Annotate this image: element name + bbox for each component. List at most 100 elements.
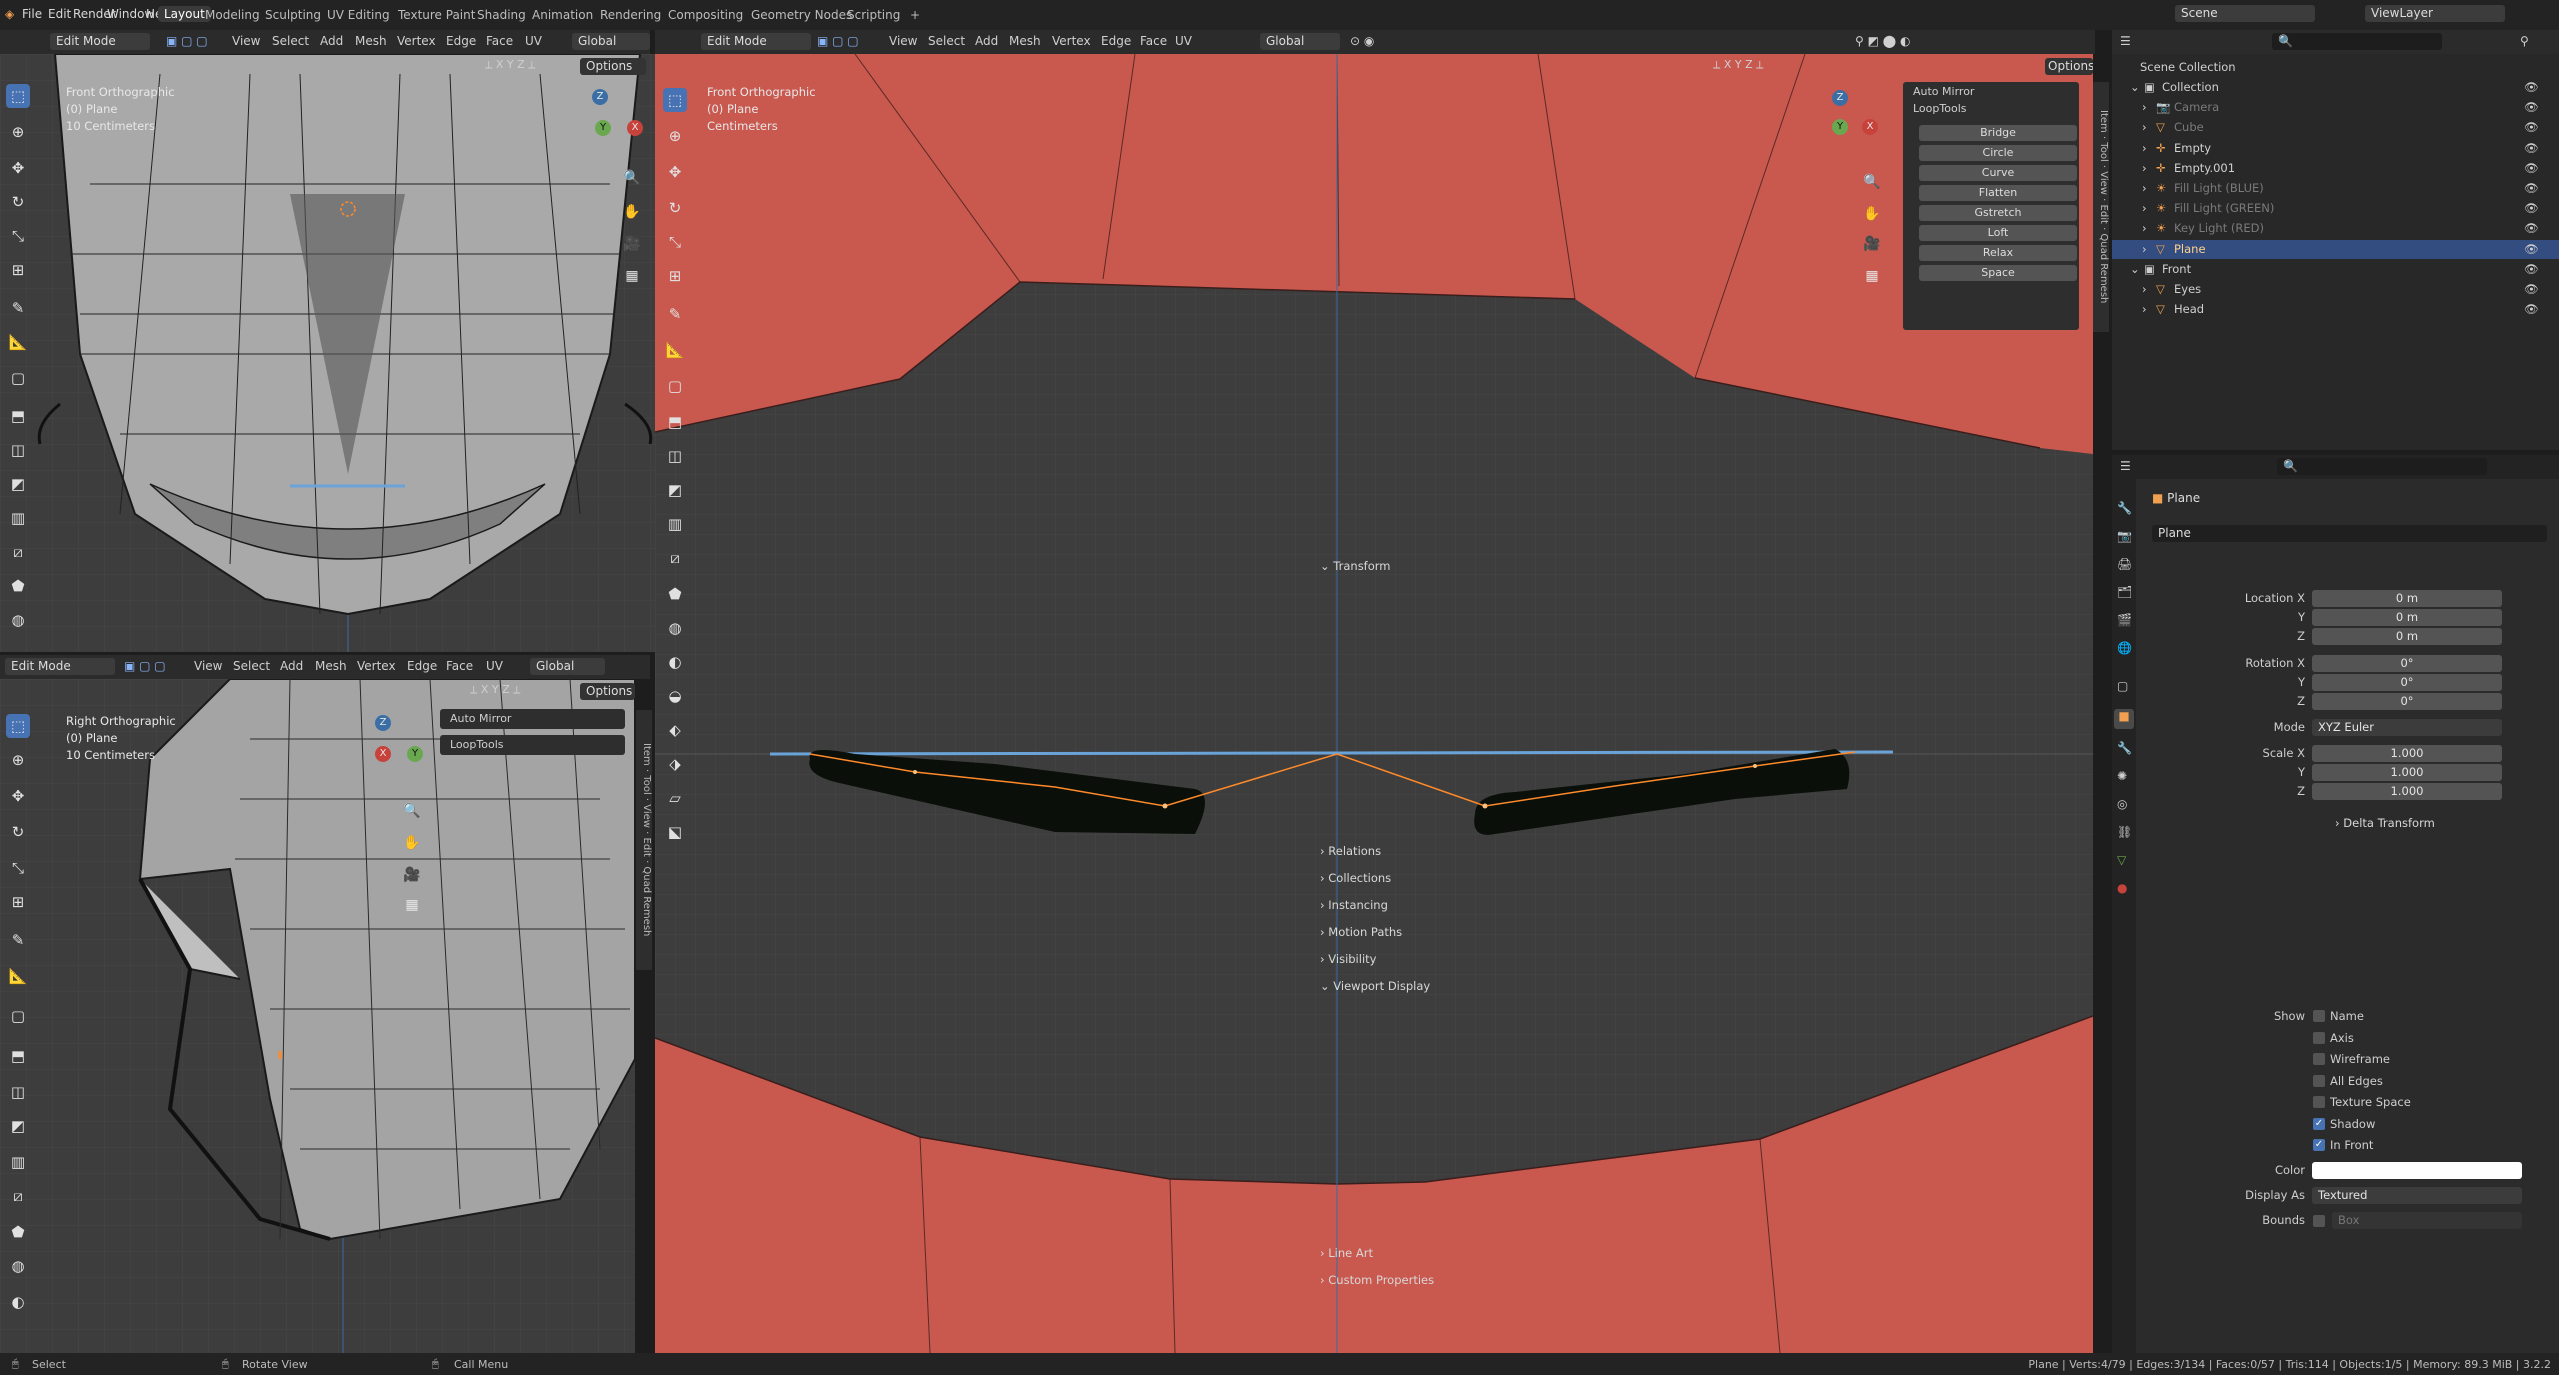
loop-cut-tool-icon-main[interactable]: ▥: [663, 512, 687, 536]
rotation-x-field[interactable]: 0°: [2312, 655, 2502, 672]
constraints-tab-icon[interactable]: ⛓: [2117, 825, 2132, 839]
menu-file[interactable]: File: [22, 7, 42, 21]
checkbox-all-edges[interactable]: [2313, 1074, 2325, 1087]
section-transform[interactable]: ⌄ Transform: [1320, 555, 2559, 577]
annotate-tool-icon-2[interactable]: ✎: [6, 928, 30, 952]
location-z-field[interactable]: 0 m: [2312, 628, 2502, 645]
options-dropdown-main[interactable]: Options: [2045, 58, 2093, 75]
properties-editor-icon[interactable]: ☰: [2120, 459, 2131, 473]
mirror-axes-main[interactable]: ⟂ X Y Z ⟂: [1713, 58, 1763, 72]
scale-z-field[interactable]: 1.000: [2312, 783, 2502, 800]
viewport-color-swatch[interactable]: [2312, 1162, 2522, 1179]
bounds-checkbox[interactable]: [2313, 1215, 2325, 1227]
checkbox-wireframe[interactable]: [2313, 1053, 2325, 1065]
measure-tool-icon-main[interactable]: 📐: [663, 338, 687, 362]
menu-face[interactable]: Face: [486, 34, 513, 48]
loop-cut-tool-icon-2[interactable]: ▥: [6, 1150, 30, 1174]
expand-arrow-icon[interactable]: ›: [2142, 179, 2147, 198]
smooth-tool-icon-main[interactable]: ◐: [663, 650, 687, 674]
rotation-mode-dropdown[interactable]: XYZ Euler: [2312, 719, 2502, 736]
gizmo-x-axis[interactable]: X: [627, 120, 643, 136]
gizmo-x-axis-2[interactable]: X: [375, 746, 391, 762]
viewport-right-ortho[interactable]: Right Orthographic (0) Plane 10 Centimet…: [0, 679, 635, 1353]
expand-arrow-icon[interactable]: ⌄: [2130, 260, 2140, 279]
ortho-grid-icon-main[interactable]: ▦: [1860, 264, 1884, 288]
pan-hand-icon[interactable]: ✋: [620, 200, 644, 224]
select-mode-icon-2[interactable]: ▣ ▢ ▢: [124, 659, 166, 673]
looptools-curve-button[interactable]: Curve: [1919, 165, 2077, 181]
spin-tool-icon-2[interactable]: ◍: [6, 1254, 30, 1278]
section-relations[interactable]: › Relations: [1320, 840, 2559, 862]
rotation-y-field[interactable]: 0°: [2312, 674, 2502, 691]
bounds-dropdown[interactable]: Box: [2332, 1212, 2522, 1229]
section-viewport-display[interactable]: ⌄ Viewport Display: [1320, 975, 2559, 997]
outliner-item[interactable]: › ✛ Empty.001 👁: [2112, 159, 2559, 178]
orientation-dropdown[interactable]: Global: [572, 33, 650, 50]
outliner-item[interactable]: › ✛ Empty 👁: [2112, 139, 2559, 158]
mirror-axes[interactable]: ⟂ X Y Z ⟂: [485, 58, 535, 72]
add-cube-tool-icon-2[interactable]: ▢: [6, 1004, 30, 1028]
pivot-icon[interactable]: ⊙ ◉: [1350, 34, 1374, 48]
looptools-loft-button[interactable]: Loft: [1919, 225, 2077, 241]
select-box-tool-icon-main[interactable]: ⬚: [663, 88, 687, 112]
side-tabs-bottom-left[interactable]: Item · Tool · View · Edit · Quad Remesh: [636, 710, 652, 970]
gizmo-x-axis-main[interactable]: X: [1862, 119, 1878, 135]
visibility-eye-icon[interactable]: 👁: [2524, 78, 2539, 97]
looptools-flatten-button[interactable]: Flatten: [1919, 185, 2077, 201]
menu-vertex-main[interactable]: Vertex: [1052, 34, 1091, 48]
view-layer-tab-icon[interactable]: 🗂: [2117, 585, 2132, 599]
visibility-eye-icon[interactable]: 👁: [2524, 98, 2539, 117]
viewport-front-ortho-main[interactable]: Front Orthographic (0) Plane Centimeters…: [655, 54, 2093, 1353]
inset-tool-icon-main[interactable]: ◫: [663, 444, 687, 468]
inset-tool-icon[interactable]: ◫: [6, 438, 30, 462]
particles-tab-icon[interactable]: ✺: [2117, 769, 2127, 783]
menu-edge-main[interactable]: Edge: [1101, 34, 1131, 48]
properties-search[interactable]: 🔍: [2277, 458, 2487, 475]
tab-layout[interactable]: Layout: [158, 6, 211, 22]
visibility-eye-icon[interactable]: 👁: [2524, 260, 2539, 279]
expand-arrow-icon[interactable]: ›: [2142, 199, 2147, 218]
section-custom-properties[interactable]: › Custom Properties: [1320, 1269, 2559, 1291]
outliner-item[interactable]: › ☀ Fill Light (BLUE) 👁: [2112, 179, 2559, 198]
scale-x-field[interactable]: 1.000: [2312, 745, 2502, 762]
physics-tab-icon[interactable]: ◎: [2117, 797, 2127, 811]
cursor-tool-icon-2[interactable]: ⊕: [6, 748, 30, 772]
menu-uv-main[interactable]: UV: [1175, 34, 1192, 48]
ortho-grid-icon[interactable]: ▦: [620, 264, 644, 288]
overlay-icons[interactable]: ⚲ ◩ ⬤ ◐: [1855, 34, 1910, 48]
rotate-tool-icon-main[interactable]: ↻: [663, 196, 687, 220]
add-cube-tool-icon[interactable]: ▢: [6, 366, 30, 390]
menu-view-main[interactable]: View: [889, 34, 917, 48]
expand-arrow-icon[interactable]: ›: [2142, 159, 2147, 178]
rotate-tool-icon-2[interactable]: ↻: [6, 820, 30, 844]
edge-slide-tool-icon-main[interactable]: ⬖: [663, 718, 687, 742]
editor-type-icon[interactable]: ☰: [2120, 34, 2131, 48]
bevel-tool-icon-2[interactable]: ◩: [6, 1114, 30, 1138]
menu-select-2[interactable]: Select: [233, 659, 270, 673]
location-y-field[interactable]: 0 m: [2312, 609, 2502, 626]
poly-build-tool-icon-2[interactable]: ⬟: [6, 1220, 30, 1244]
menu-add-main[interactable]: Add: [975, 34, 998, 48]
expand-arrow-icon[interactable]: ›: [2142, 300, 2147, 319]
extrude-tool-icon-2[interactable]: ⬒: [6, 1044, 30, 1068]
looptools-header[interactable]: LoopTools: [1913, 102, 1966, 115]
rotation-z-field[interactable]: 0°: [2312, 693, 2502, 710]
object-tab-icon[interactable]: ■: [2114, 709, 2134, 729]
tab-texture-paint[interactable]: Texture Paint: [398, 8, 475, 22]
looptools-relax-button[interactable]: Relax: [1919, 245, 2077, 261]
visibility-eye-icon[interactable]: 👁: [2524, 139, 2539, 158]
gizmo-y-axis-main[interactable]: Y: [1832, 119, 1848, 135]
transform-tool-icon[interactable]: ⊞: [6, 258, 30, 282]
visibility-eye-icon[interactable]: 👁: [2524, 280, 2539, 299]
shear-tool-icon-main[interactable]: ▱: [663, 786, 687, 810]
outliner-item[interactable]: › ▽ Head 👁: [2112, 300, 2559, 319]
visibility-eye-icon[interactable]: 👁: [2524, 179, 2539, 198]
transform-tool-icon-main[interactable]: ⊞: [663, 264, 687, 288]
spin-tool-icon-main[interactable]: ◍: [663, 616, 687, 640]
zoom-icon-main[interactable]: 🔍: [1860, 170, 1884, 194]
auto-mirror-panel-small[interactable]: Auto Mirror: [440, 709, 625, 729]
randomize-tool-icon-main[interactable]: ◒: [663, 684, 687, 708]
outliner-item[interactable]: › ▽ Eyes 👁: [2112, 280, 2559, 299]
expand-arrow-icon[interactable]: ›: [2142, 118, 2147, 137]
tab-modeling[interactable]: Modeling: [205, 8, 260, 22]
